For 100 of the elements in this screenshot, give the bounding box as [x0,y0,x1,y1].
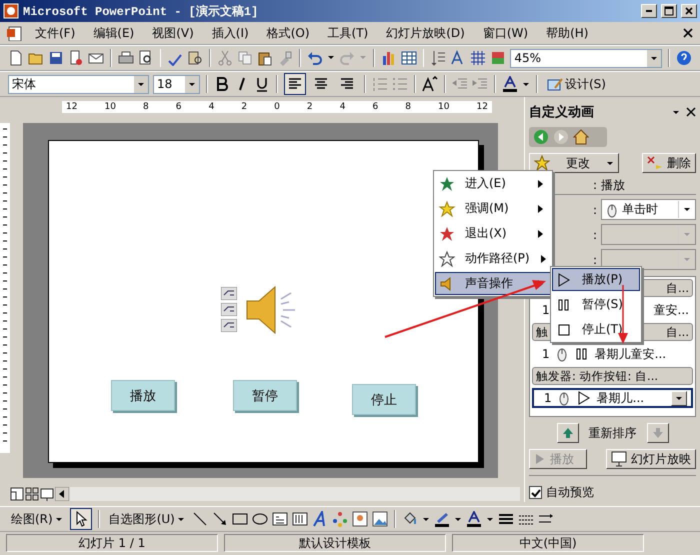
color-icon[interactable] [490,50,506,66]
stop-icon [556,322,572,338]
horizontal-scrollbar[interactable] [70,487,520,501]
status-text: 幻灯片 1 / 1 [6,534,218,552]
draw-menu[interactable]: 绘图(R) [8,508,66,530]
animation-item[interactable]: 1 暑期儿... [532,388,693,408]
app-icon [3,3,19,19]
caret-icon [486,516,494,522]
rectangle-icon[interactable] [232,511,248,527]
slideshow-button[interactable]: 幻灯片放映 [606,449,696,469]
property-label: : [593,202,598,216]
ruler-label: 12 [476,101,488,113]
maximize-button[interactable] [661,4,677,18]
table-icon[interactable] [400,50,417,66]
design-icon [547,76,563,92]
slideshow-view-icon[interactable] [40,487,54,501]
paste-icon[interactable] [257,50,274,66]
close-icon[interactable] [686,107,696,117]
help-icon[interactable] [676,50,692,66]
grow-font-icon[interactable] [422,76,438,92]
normal-view-icon[interactable] [10,487,24,501]
mouse-icon [554,346,569,362]
caret-icon [683,231,691,238]
minimize-button[interactable] [641,4,657,18]
play-icon [576,390,592,406]
new-document-icon[interactable] [8,50,24,66]
menu-item[interactable]: 格式(O) [262,22,315,44]
trigger-text: 自... [666,280,689,296]
menu-item[interactable]: 幻灯片放映(D) [381,22,470,44]
menu-item[interactable]: 停止(T) [552,318,640,341]
close-button[interactable] [681,4,697,18]
menu-item[interactable]: 播放(P) [552,268,640,291]
menu-item[interactable]: 退出(X) [435,222,551,245]
diagram-icon[interactable] [332,511,348,527]
oval-icon[interactable] [252,511,268,527]
menu-item[interactable]: 帮助(H) [541,22,594,44]
change-button[interactable]: 更改 [529,153,619,173]
mouse-icon [605,202,620,218]
submenu-arrow-icon [537,204,544,214]
move-up-button[interactable] [556,423,578,443]
caret-icon[interactable] [672,108,680,116]
picture-icon[interactable] [372,511,388,527]
font-field[interactable]: 宋体 [8,74,149,94]
property-dropdown[interactable]: 单击时 [601,199,696,220]
bold-icon[interactable] [214,76,230,92]
alignment-button[interactable] [284,73,306,95]
menu-item[interactable]: 编辑(E) [88,22,140,44]
menu-item[interactable]: 窗口(W) [478,22,534,44]
caret-icon [683,256,691,263]
text-box-icon[interactable] [272,511,288,527]
clip-art-icon[interactable] [352,511,368,527]
menu-item[interactable]: 强调(M) [435,197,551,220]
autoshapes-menu[interactable]: 自选图形(U) [106,508,188,530]
close-icon [684,6,694,16]
zoom-field[interactable]: 45% [510,48,662,68]
menu-item[interactable]: 插入(I) [206,22,254,44]
home-icon[interactable] [573,129,589,145]
fill-color-icon[interactable] [402,511,418,527]
permission-icon[interactable] [68,50,84,66]
arrow-icon[interactable] [212,511,228,527]
back-icon[interactable] [533,129,549,145]
vertical-text-box-icon[interactable] [292,511,308,527]
line-icon[interactable] [192,511,208,527]
font-size-field[interactable]: 18 [153,74,200,94]
ruler-label: 0 [274,101,280,113]
font-color-icon[interactable] [466,511,482,527]
line-color-icon[interactable] [434,511,450,527]
underline-icon[interactable] [254,76,270,92]
menu-item[interactable]: 文件(F) [30,22,80,44]
research-icon[interactable] [187,50,204,66]
checkbox[interactable] [529,486,542,499]
caret-icon [675,394,683,402]
wordart-icon[interactable] [312,511,328,527]
order-number: 1 [542,303,550,317]
move-down-button[interactable] [646,423,668,443]
font-color-icon[interactable] [502,76,518,92]
grid-icon[interactable] [470,50,486,66]
menu-item[interactable]: 视图(V) [147,22,199,44]
sorter-view-icon[interactable] [25,487,39,501]
menu-item[interactable]: 暂停(S) [552,293,640,316]
menu-item[interactable]: 工具(T) [322,22,374,44]
trigger-text: 自... [666,324,689,340]
align-left-icon [287,76,303,92]
scroll-left-icon[interactable] [55,487,69,501]
chart-icon[interactable] [380,50,397,66]
expand-icon[interactable] [430,50,446,66]
menu-item[interactable]: 声音操作 [435,272,551,295]
delete-button[interactable]: 删除 [642,153,696,173]
select-tool[interactable] [70,508,92,530]
document-icon[interactable] [6,25,22,41]
print-icon[interactable] [118,50,134,66]
caret-icon [650,54,658,62]
undo-icon[interactable] [306,50,323,66]
ruler-label: 6 [372,101,378,113]
design-button[interactable]: 设计(S) [544,72,609,96]
menu-item[interactable]: 动作路径(P) [435,247,551,270]
close-icon[interactable] [682,27,694,39]
animation-item[interactable]: 1 暑期儿童安... [532,344,693,364]
save-icon[interactable] [48,50,64,66]
line-style-icon[interactable] [498,511,514,527]
